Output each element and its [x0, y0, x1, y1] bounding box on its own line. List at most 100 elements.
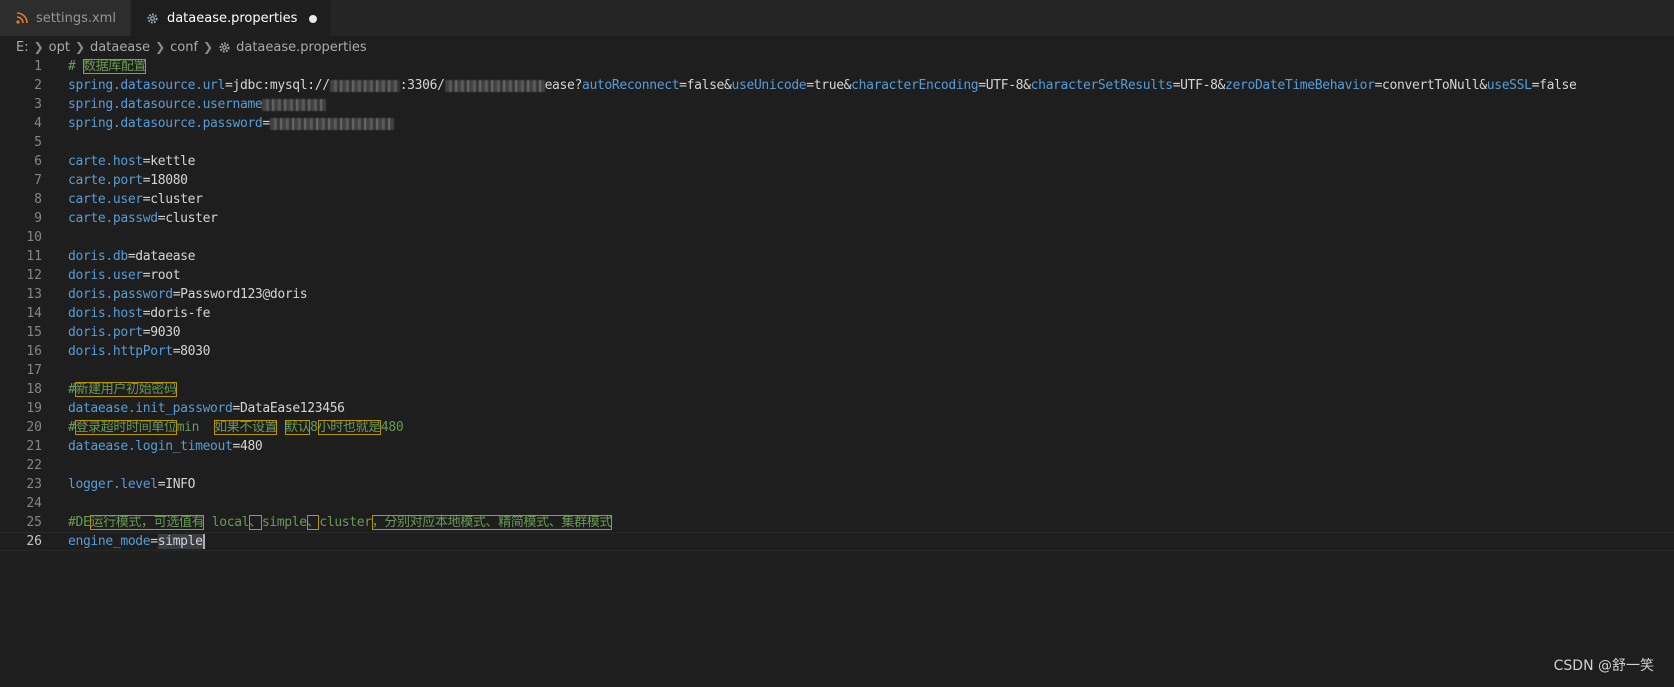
comment-text [277, 420, 284, 435]
code-line[interactable]: 13 doris.password=Password123@doris [0, 285, 1674, 304]
line-number: 17 [26, 363, 42, 378]
code-line[interactable]: 21 dataease.login_timeout=480 [0, 437, 1674, 456]
line-number: 2 [34, 78, 42, 93]
property-key: useSSL [1486, 78, 1532, 93]
code-line[interactable]: 25 #DE运行模式，可选值有 local、simple、cluster，分别对应… [0, 513, 1674, 532]
code-line[interactable]: 24 [0, 494, 1674, 513]
rss-icon [14, 10, 30, 26]
chevron-right-icon: ❯ [155, 40, 166, 54]
property-key: characterSetResults [1030, 78, 1173, 93]
line-number: 1 [34, 59, 42, 74]
code-line[interactable]: 9 carte.passwd=cluster [0, 209, 1674, 228]
breadcrumb-item[interactable]: conf [170, 40, 198, 55]
code-text: doris.db=dataease [68, 247, 195, 266]
code-editor[interactable]: 1 # 数据库配置 2 spring.datasource.url=jdbc:mysq… [0, 57, 1674, 687]
code-line[interactable]: 4 spring.datasource.password= [0, 114, 1674, 133]
chevron-right-icon: ❯ [74, 40, 86, 54]
line-number: 12 [26, 268, 42, 283]
property-key: autoReconnect [581, 78, 680, 93]
code-line[interactable]: 5 [0, 133, 1674, 152]
code-line[interactable]: 1 # 数据库配置 [0, 57, 1674, 76]
property-value: :3306/ [399, 78, 445, 93]
code-line[interactable]: 12 doris.user=root [0, 266, 1674, 285]
property-key: carte.port [68, 173, 143, 188]
breadcrumb-item-file[interactable]: dataease.properties [236, 40, 367, 55]
code-line[interactable]: 19 dataease.init_password=DataEase123456 [0, 399, 1674, 418]
property-key: doris.host [68, 306, 143, 321]
code-line[interactable]: 3 spring.datasource.username [0, 95, 1674, 114]
code-text: dataease.login_timeout=480 [68, 437, 263, 456]
tab-label: settings.xml [36, 10, 116, 26]
code-line[interactable]: 15 doris.port=9030 [0, 323, 1674, 342]
line-number: 14 [26, 306, 42, 321]
line-number: 5 [34, 135, 42, 150]
property-value: =false [1531, 78, 1577, 93]
property-value: =cluster [157, 211, 218, 226]
comment-text: cluster [319, 515, 372, 530]
comment-text: ，分别对应本地模式、精简模式、集群模式 [371, 515, 613, 530]
code-line[interactable]: 22 [0, 456, 1674, 475]
property-value: =jdbc:mysql:// [225, 78, 330, 93]
code-text: carte.host=kettle [68, 152, 195, 171]
property-value: =DataEase123456 [232, 401, 346, 416]
code-text: doris.host=doris-fe [68, 304, 210, 323]
breadcrumb-item[interactable]: dataease [90, 40, 150, 55]
code-text: spring.datasource.password= [68, 114, 394, 133]
code-line[interactable]: 18 #新建用户初始密码 [0, 380, 1674, 399]
property-value: =kettle [142, 154, 196, 169]
unsaved-dot-icon[interactable] [309, 14, 318, 23]
code-line[interactable]: 7 carte.port=18080 [0, 171, 1674, 190]
property-key: carte.host [68, 154, 143, 169]
property-value: ease? [544, 78, 583, 93]
line-number: 11 [26, 249, 42, 264]
code-text: #DE运行模式，可选值有 local、simple、cluster，分别对应本地… [68, 513, 612, 532]
gear-icon [145, 11, 161, 27]
line-number: 6 [34, 154, 42, 169]
code-line[interactable]: 14 doris.host=doris-fe [0, 304, 1674, 323]
property-value: =cluster [142, 192, 203, 207]
comment-text: 、 [306, 515, 320, 530]
code-text: doris.password=Password123@doris [68, 285, 308, 304]
code-line[interactable]: 16 doris.httpPort=8030 [0, 342, 1674, 361]
code-line[interactable]: 2 spring.datasource.url=jdbc:mysql:// :330… [0, 76, 1674, 95]
property-value: =convertToNull& [1374, 78, 1488, 93]
line-number: 9 [34, 211, 42, 226]
line-number: 13 [26, 287, 42, 302]
chevron-right-icon: ❯ [33, 40, 44, 54]
property-key: zeroDateTimeBehavior [1225, 78, 1375, 93]
comment-text: 数据库配置 [82, 59, 147, 74]
code-line[interactable]: 26 engine_mode=simple [0, 532, 1674, 551]
code-line[interactable]: 10 [0, 228, 1674, 247]
tab-dataease-properties[interactable]: dataease.properties [130, 0, 333, 36]
property-key: engine_mode [68, 534, 151, 549]
line-number: 10 [26, 230, 42, 245]
breadcrumb: E: ❯ opt ❯ dataease ❯ conf ❯ dataease.pr… [0, 36, 1674, 58]
line-number: 21 [26, 439, 42, 454]
property-value: =root [142, 268, 181, 283]
code-text: carte.port=18080 [68, 171, 188, 190]
comment-text: 登录超时时间单位 [75, 420, 177, 435]
breadcrumb-item[interactable]: opt [49, 40, 70, 55]
property-key: doris.user [68, 268, 143, 283]
code-line[interactable]: 23 logger.level=INFO [0, 475, 1674, 494]
code-text: engine_mode=simple [68, 533, 205, 550]
code-line[interactable]: 8 carte.user=cluster [0, 190, 1674, 209]
tab-settings-xml[interactable]: settings.xml [0, 0, 131, 36]
property-value: =18080 [142, 173, 188, 188]
line-number: 26 [26, 534, 42, 549]
code-text: doris.httpPort=8030 [68, 342, 210, 361]
property-key: carte.user [68, 192, 143, 207]
code-text: carte.passwd=cluster [68, 209, 218, 228]
code-line[interactable]: 11 doris.db=dataease [0, 247, 1674, 266]
code-line[interactable]: 6 carte.host=kettle [0, 152, 1674, 171]
breadcrumb-item[interactable]: E: [16, 40, 29, 55]
property-key: spring.datasource.username [68, 97, 263, 112]
property-key: carte.passwd [68, 211, 158, 226]
comment-text: #DE [68, 515, 91, 530]
line-number: 16 [26, 344, 42, 359]
code-line[interactable]: 17 [0, 361, 1674, 380]
property-value: =INFO [157, 477, 196, 492]
line-number: 8 [34, 192, 42, 207]
code-line[interactable]: 20 #登录超时时间单位min 如果不设置 默认8小时也就是480 [0, 418, 1674, 437]
property-key: spring.datasource.url [68, 78, 226, 93]
